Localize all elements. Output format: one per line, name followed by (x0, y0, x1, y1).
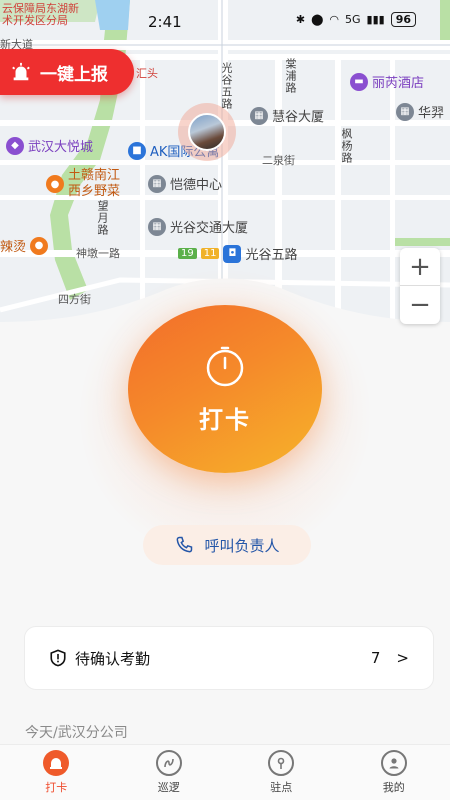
restaurant-icon: ● (30, 236, 49, 255)
phone-icon (177, 536, 193, 553)
poi-label-group: 土赣南江 西乡野菜 (68, 168, 120, 200)
wifi-icon: ◠ (329, 13, 339, 26)
poi-huigu[interactable]: ▦ 慧谷大厦 (250, 106, 324, 125)
poi-label: 丽芮酒店 (372, 76, 425, 91)
tab-patrol[interactable]: 巡逻 (113, 745, 226, 800)
pending-count: 7 (370, 649, 381, 667)
poi-metro[interactable]: 19 11 ◘ 光谷五路 (178, 244, 297, 263)
pending-attendance-card[interactable]: 待确认考勤 7 > (24, 626, 434, 690)
patrol-icon (155, 750, 182, 776)
building-icon: ▦ (148, 174, 166, 193)
shopping-icon: ◆ (6, 136, 24, 155)
poi-huaxiang[interactable]: ▦ 华羿 (396, 102, 444, 121)
call-label: 呼叫负责人 (204, 536, 280, 555)
poi-label: 土赣南江 (68, 168, 121, 183)
poi-guanggu-jiaotong[interactable]: ▦ 光谷交通大厦 (148, 217, 248, 236)
building-icon: ▦ (396, 102, 414, 121)
map-label: 望月路 (96, 200, 109, 236)
today-company-label: 今天/武汉分公司 (25, 725, 128, 741)
zoom-out-button[interactable]: − (400, 286, 440, 324)
map-label: 光谷五路 (220, 62, 233, 110)
bluetooth-icon: ✱ (295, 13, 306, 26)
status-icons: ✱ ⬤ ◠ 5G ▮▮▮ 96 (296, 12, 416, 27)
poi-label: 西乡野菜 (68, 184, 121, 199)
punch-in-button[interactable]: 打卡 (128, 305, 322, 473)
map-label: 神墩一路 (76, 247, 120, 260)
map-label: 枫杨路 (340, 128, 353, 164)
punch-label: 打卡 (199, 405, 251, 434)
poi-tugan[interactable]: ● 土赣南江 西乡野菜 (46, 168, 120, 200)
tab-label: 打卡 (45, 781, 68, 794)
building-icon: ▦ (148, 217, 166, 236)
status-bar: 2:41 ✱ ⬤ ◠ 5G ▮▮▮ 96 (0, 0, 450, 44)
tab-label: 我的 (382, 781, 405, 794)
report-label: 一键上报 (40, 64, 108, 85)
map-label: 二泉街 (262, 154, 295, 167)
metro-line-badge: 11 (200, 248, 220, 259)
punch-icon (43, 750, 70, 776)
one-key-report-button[interactable]: 一键上报 (0, 49, 134, 95)
tab-punch[interactable]: 打卡 (0, 745, 113, 800)
poi-label: 武汉大悦城 (28, 140, 94, 155)
profile-icon (380, 750, 407, 776)
poi-kaide[interactable]: ▦ 恺德中心 (148, 174, 222, 193)
map-label: 汇头 (136, 67, 158, 80)
metro-icon: ◘ (223, 244, 242, 263)
poi-label: 辣烫 (0, 240, 27, 255)
avatar-image (188, 113, 226, 151)
hotel-icon: ▬ (350, 72, 368, 91)
building-icon: ▦ (250, 106, 268, 125)
call-supervisor-button[interactable]: 呼叫负责人 (143, 525, 311, 565)
chevron-right-icon: > (396, 649, 409, 667)
station-icon (268, 750, 295, 776)
poi-label: 华羿 (418, 106, 445, 121)
poi-wuhan-joy[interactable]: ◆ 武汉大悦城 (6, 136, 93, 155)
shield-alert-icon (50, 649, 66, 667)
poi-hotel[interactable]: ▬ 丽芮酒店 (350, 72, 424, 91)
poi-label: 光谷交通大厦 (170, 221, 249, 236)
tab-label: 驻点 (270, 781, 293, 794)
tab-station[interactable]: 驻点 (225, 745, 338, 800)
location-icon: ⬤ (311, 13, 324, 26)
map-label: 棠浦路 (284, 58, 297, 94)
poi-label: 慧谷大厦 (272, 110, 325, 125)
tab-profile[interactable]: 我的 (338, 745, 450, 800)
siren-icon (12, 62, 30, 81)
zoom-controls: + − (400, 248, 440, 324)
battery-indicator: 96 (390, 12, 416, 27)
restaurant-icon: ● (46, 175, 64, 193)
bottom-tab-bar: 打卡 巡逻 驻点 我的 (0, 744, 450, 800)
signal-icon: ▮▮▮ (366, 13, 385, 26)
stopwatch-icon (206, 346, 244, 386)
poi-label: 恺德中心 (170, 178, 223, 193)
zoom-in-button[interactable]: + (400, 248, 440, 286)
pending-title: 待确认考勤 (75, 649, 151, 668)
bus-icon: ■ (128, 141, 146, 160)
poi-label: 光谷五路 (245, 248, 298, 263)
metro-line-badge: 19 (178, 248, 197, 259)
tab-label: 巡逻 (157, 781, 180, 794)
network-label: 5G (344, 13, 361, 26)
user-location-avatar[interactable] (178, 103, 236, 161)
status-time: 2:41 (148, 13, 182, 31)
poi-la[interactable]: 辣烫 ● (0, 236, 49, 255)
